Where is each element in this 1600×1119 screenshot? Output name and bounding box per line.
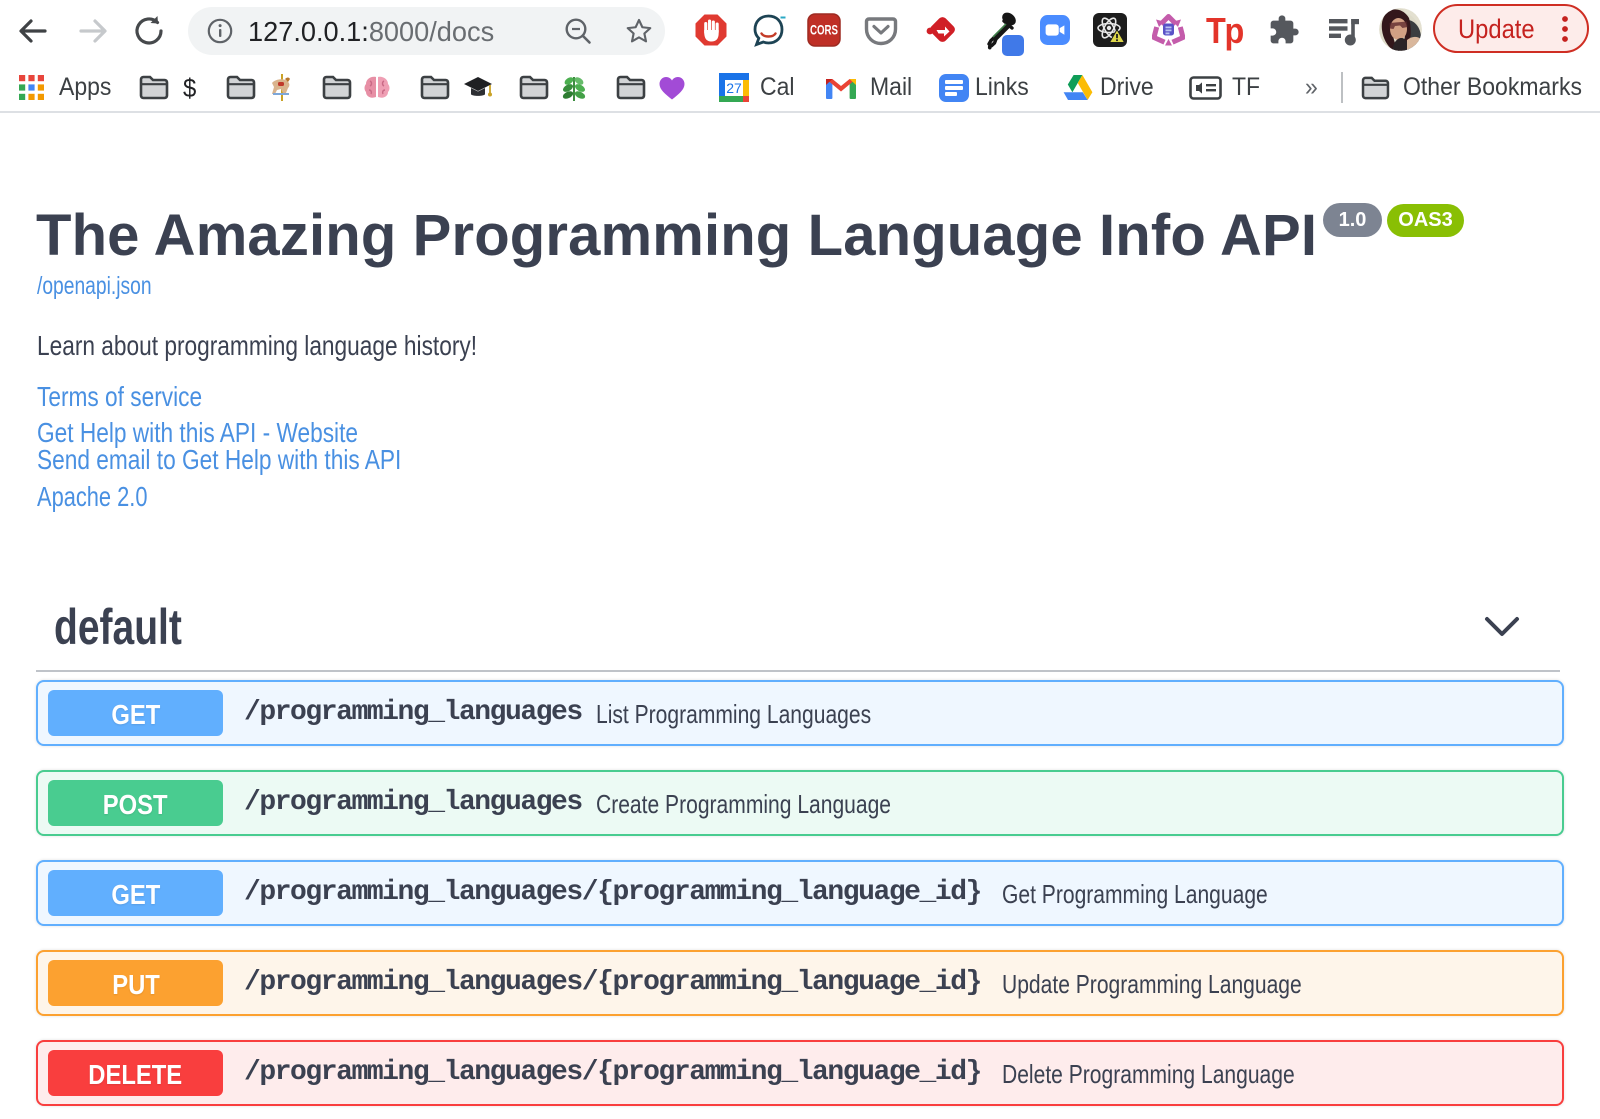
svg-text:27: 27 — [726, 80, 742, 96]
svg-text:CORS: CORS — [810, 23, 838, 38]
